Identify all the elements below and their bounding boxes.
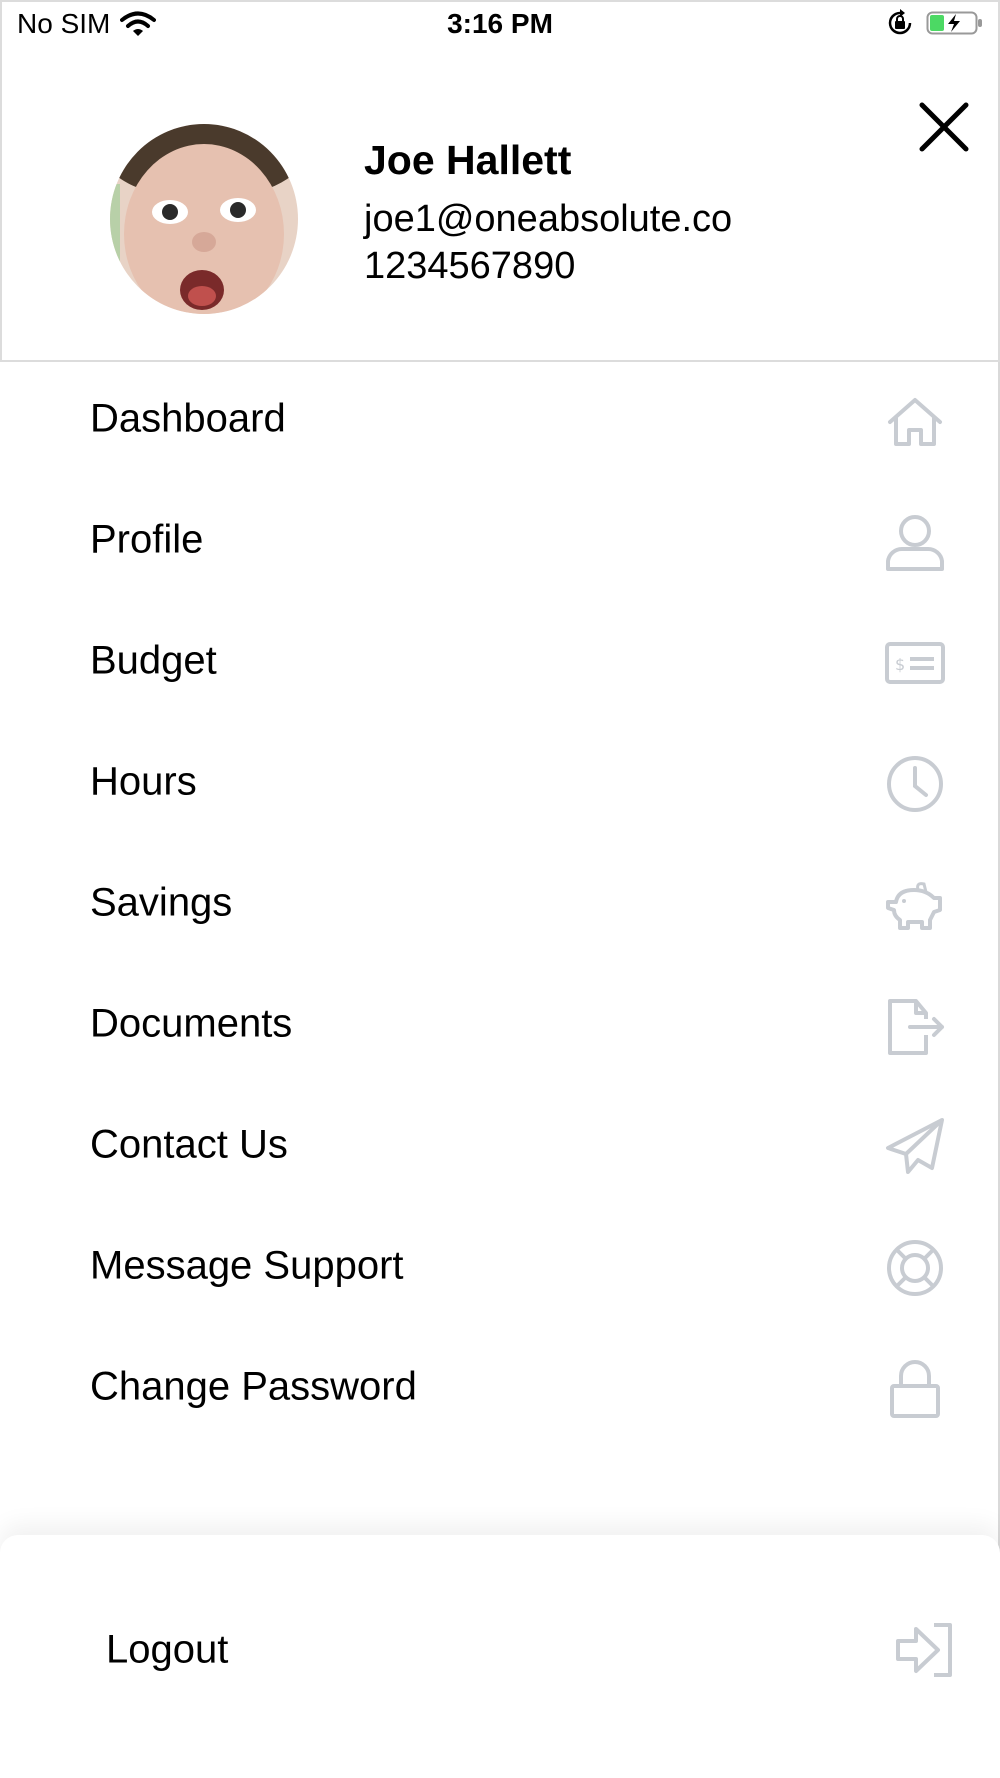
life-ring-icon [882, 1235, 948, 1301]
menu-item-budget[interactable]: Budget $ [0, 606, 1000, 716]
user-phone: 1234567890 [364, 245, 576, 287]
menu-item-label: Profile [90, 517, 204, 562]
logout-button[interactable]: Logout [0, 1595, 1000, 1705]
avatar [110, 124, 298, 314]
logout-panel: Logout [0, 1535, 1000, 1778]
menu-item-label: Dashboard [90, 396, 286, 441]
document-export-icon [882, 993, 948, 1059]
menu-item-label: Budget [90, 638, 217, 683]
menu-item-hours[interactable]: Hours [0, 727, 1000, 837]
menu-item-savings[interactable]: Savings [0, 848, 1000, 958]
menu-item-change-password[interactable]: Change Password [0, 1332, 1000, 1442]
lock-icon [882, 1356, 948, 1422]
dollar-bill-icon: $ [882, 630, 948, 696]
menu-item-dashboard[interactable]: Dashboard [0, 364, 1000, 474]
sign-in-arrow-icon [890, 1615, 960, 1685]
user-icon [882, 509, 948, 575]
menu-item-label: Message Support [90, 1243, 404, 1288]
menu-item-documents[interactable]: Documents [0, 969, 1000, 1079]
user-name: Joe Hallett [364, 137, 572, 183]
menu-item-contact-us[interactable]: Contact Us [0, 1090, 1000, 1200]
svg-text:$: $ [895, 655, 905, 674]
logout-label: Logout [106, 1627, 229, 1672]
menu-item-label: Savings [90, 880, 233, 925]
side-drawer: Joe Hallett joe1@oneabsolute.co 12345678… [0, 0, 1000, 1778]
status-bar: No SIM 3:16 PM [0, 0, 1000, 50]
clock-icon [882, 751, 948, 817]
piggy-bank-icon [882, 872, 948, 938]
home-icon [882, 388, 948, 454]
menu-item-label: Change Password [90, 1364, 417, 1409]
menu-item-label: Documents [90, 1001, 293, 1046]
profile-header: Joe Hallett joe1@oneabsolute.co 12345678… [0, 0, 1000, 362]
battery-charging-icon [926, 11, 982, 35]
rotation-lock-icon [888, 9, 912, 35]
menu-item-message-support[interactable]: Message Support [0, 1211, 1000, 1321]
close-button[interactable] [914, 97, 974, 157]
paper-plane-icon [882, 1114, 948, 1180]
menu-item-label: Contact Us [90, 1122, 288, 1167]
clock-time: 3:16 PM [447, 8, 553, 39]
menu-item-profile[interactable]: Profile [0, 485, 1000, 595]
menu-item-label: Hours [90, 759, 197, 804]
user-email: joe1@oneabsolute.co [364, 198, 733, 240]
close-icon [919, 102, 969, 152]
